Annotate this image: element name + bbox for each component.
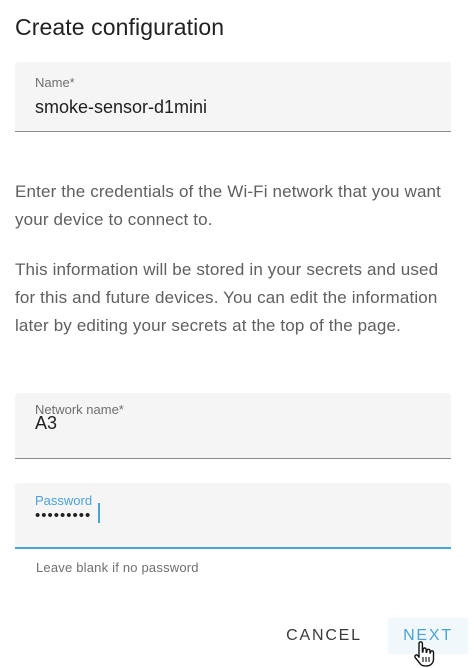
password-value: ••••••••• (35, 507, 92, 524)
wifi-instructions-text: Enter the credentials of the Wi-Fi netwo… (15, 182, 442, 229)
name-field[interactable]: Name* smoke-sensor-d1mini (15, 62, 451, 132)
name-field-value: smoke-sensor-d1mini (35, 97, 208, 117)
network-name-value: A3 (35, 413, 58, 433)
network-name-field[interactable]: Network name* A3 (15, 393, 451, 459)
create-configuration-dialog: Create configuration Name* smoke-sensor-… (0, 0, 474, 668)
hand-pointer-icon (414, 641, 435, 667)
password-helper-text: Leave blank if no password (36, 560, 199, 575)
password-label: Password (35, 493, 93, 508)
password-underline (15, 547, 451, 549)
name-field-label: Name* (35, 75, 75, 90)
secrets-info-text: This information will be stored in your … (15, 260, 439, 335)
network-name-underline (15, 458, 451, 459)
dialog-title: Create configuration (15, 14, 225, 40)
password-field[interactable]: Password ••••••••• (15, 483, 451, 549)
name-field-underline (15, 131, 451, 132)
cancel-button[interactable]: CANCEL (276, 618, 372, 654)
text-caret (98, 503, 100, 523)
